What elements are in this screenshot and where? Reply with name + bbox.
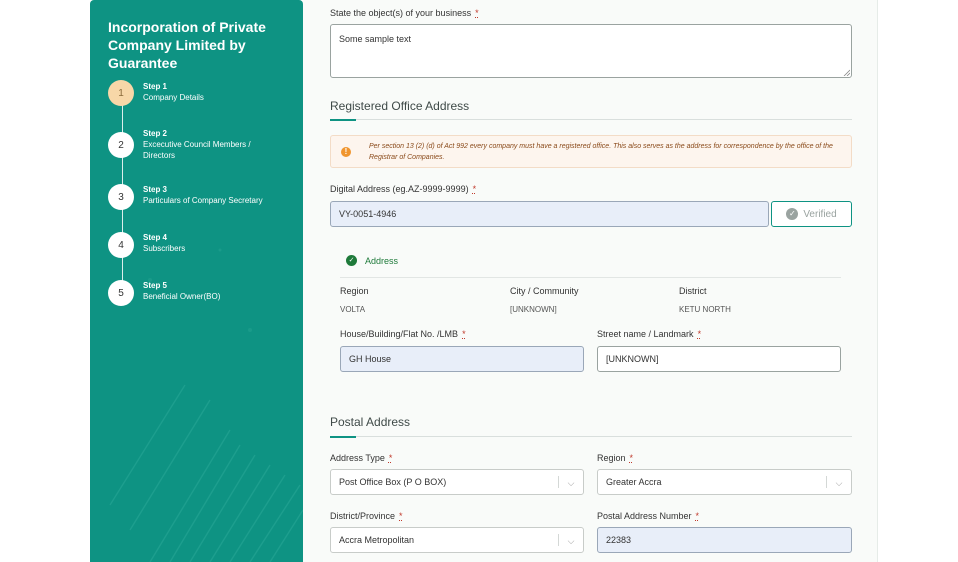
address-divider: [340, 277, 841, 278]
registered-office-title: Registered Office Address: [330, 99, 470, 113]
address-type-label: Address Type: [330, 453, 385, 463]
steps-sidebar: Incorporation of Private Company Limited…: [90, 0, 303, 562]
step-4-number: 4: [108, 232, 134, 258]
region-value: VOLTA: [340, 305, 366, 314]
step-1-number: 1: [108, 80, 134, 106]
step-1-title: Step 1: [143, 82, 168, 91]
required-mark: *: [475, 8, 479, 18]
chevron-down-icon: ⌵: [567, 477, 575, 488]
district-label: District: [679, 286, 707, 296]
district-value: KETU NORTH: [679, 305, 731, 314]
city-value: [UNKNOWN]: [510, 305, 557, 314]
step-5-number: 5: [108, 280, 134, 306]
step-3-label: Particulars of Company Secretary: [143, 196, 263, 205]
address-heading: ✓ Address: [346, 255, 398, 266]
digital-address-input[interactable]: VY-0051-4946: [330, 201, 769, 227]
verified-label: Verified: [803, 208, 837, 220]
step-1-label: Company Details: [143, 93, 204, 102]
step-2[interactable]: 2 Step 2 Excecutive Council Members / Di…: [108, 129, 303, 172]
step-5-label: Beneficial Owner(BO): [143, 292, 221, 301]
step-3-number: 3: [108, 184, 134, 210]
step-3[interactable]: 3 Step 3 Particulars of Company Secretar…: [108, 184, 303, 224]
street-input[interactable]: [UNKNOWN]: [597, 346, 841, 372]
digital-address-label: Digital Address (eg.AZ-9999-9999): [330, 184, 469, 194]
registered-office-notice: ! Per section 13 (2) (d) of Act 992 ever…: [330, 135, 852, 168]
step-2-number: 2: [108, 132, 134, 158]
street-label: Street name / Landmark: [597, 329, 694, 339]
city-label: City / Community: [510, 286, 579, 296]
district-province-label: District/Province: [330, 511, 396, 521]
chevron-down-icon: ⌵: [567, 535, 575, 546]
check-circle-icon: ✓: [346, 255, 357, 266]
house-label: House/Building/Flat No. /LMB: [340, 329, 459, 339]
check-circle-icon: ✓: [786, 208, 799, 220]
form-panel: State the object(s) of your business * So…: [303, 0, 878, 562]
objects-value: Some sample text: [339, 34, 412, 44]
section-divider: [330, 436, 852, 438]
step-2-label: Excecutive Council Members / Directors: [143, 140, 251, 160]
postal-number-input[interactable]: 22383: [597, 527, 852, 553]
verified-button[interactable]: ✓ Verified: [771, 201, 852, 227]
postal-region-select[interactable]: Greater Accra ⌵: [597, 469, 852, 495]
step-3-title: Step 3: [143, 185, 168, 194]
region-label: Region: [340, 286, 369, 296]
resize-handle-icon[interactable]: [843, 69, 850, 76]
postal-address-title: Postal Address: [330, 415, 411, 429]
district-province-select[interactable]: Accra Metropolitan ⌵: [330, 527, 584, 553]
postal-region-label: Region: [597, 453, 626, 463]
postal-number-label: Postal Address Number: [597, 511, 692, 521]
section-divider: [330, 119, 852, 121]
objects-textarea[interactable]: Some sample text: [330, 24, 852, 78]
step-4-label: Subscribers: [143, 244, 186, 253]
step-5-title: Step 5: [143, 281, 168, 290]
chevron-down-icon: ⌵: [835, 477, 843, 488]
step-5[interactable]: 5 Step 5 Beneficial Owner(BO): [108, 280, 303, 320]
sidebar-title: Incorporation of Private Company Limited…: [108, 19, 266, 71]
warning-icon: !: [341, 147, 351, 157]
step-2-title: Step 2: [143, 129, 168, 138]
step-1[interactable]: 1 Step 1 Company Details: [108, 80, 303, 120]
step-4-title: Step 4: [143, 233, 168, 242]
objects-label: State the object(s) of your business: [330, 8, 472, 18]
notice-text: Per section 13 (2) (d) of Act 992 every …: [369, 143, 833, 161]
step-4[interactable]: 4 Step 4 Subscribers: [108, 232, 303, 272]
address-type-select[interactable]: Post Office Box (P O BOX) ⌵: [330, 469, 584, 495]
house-input[interactable]: GH House: [340, 346, 584, 372]
